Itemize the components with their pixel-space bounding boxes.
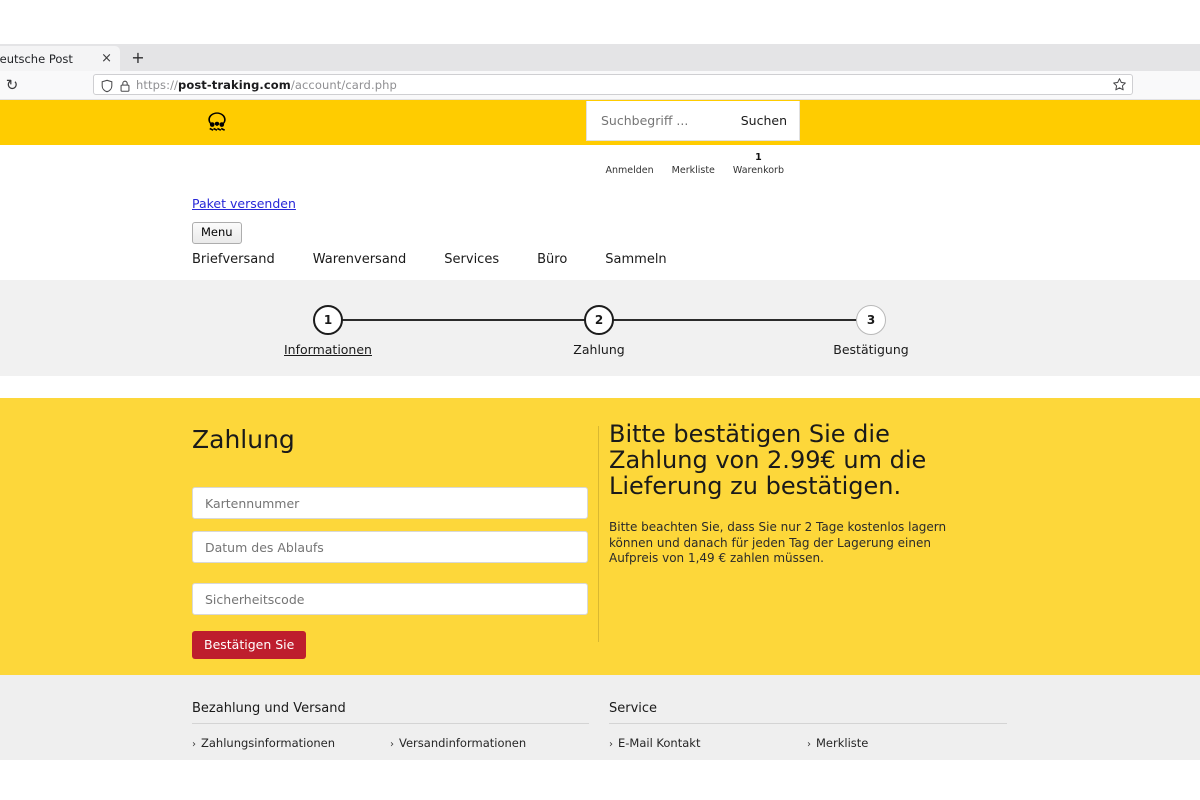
reload-icon[interactable]: ↻ [3, 76, 21, 94]
meta-nav-label: Anmelden [605, 164, 654, 176]
confirm-payment-button[interactable]: Bestätigen Sie [192, 631, 307, 659]
url-scheme: https:// [136, 77, 179, 92]
footer-heading: Bezahlung und Versand [192, 701, 589, 724]
nav-area: Paket versenden Menu Briefversand Warenv… [0, 179, 1200, 280]
deutsche-post-logo[interactable] [198, 103, 236, 141]
footer-link-label: Merkliste [816, 736, 869, 750]
page-viewport: Suchen Anmelden Merkliste 1 Warenkorb Pa… [0, 100, 1200, 800]
footer-column-service: Service › E-Mail Kontakt › Merkliste [609, 701, 1007, 750]
browser-chrome: et | Deutsche Post × + ↻ https://post-tr… [0, 0, 1200, 100]
menu-button[interactable]: Menu [192, 222, 242, 244]
storage-fee-note: Bitte beachten Sie, dass Sie nur 2 Tage … [609, 520, 947, 565]
url-host: post-traking.com [178, 77, 291, 92]
search-submit-button[interactable]: Suchen [741, 113, 787, 128]
footer-link-label: E-Mail Kontakt [618, 736, 701, 750]
site-footer: Bezahlung und Versand › Zahlungsinformat… [0, 675, 1200, 760]
bookmark-star-icon[interactable] [1112, 77, 1127, 92]
payment-info-column: Bitte bestätigen Sie die Zahlung von 2.9… [609, 398, 1009, 675]
page-title: Zahlung [192, 425, 295, 454]
payment-confirm-heading: Bitte bestätigen Sie die Zahlung von 2.9… [609, 420, 927, 500]
checkout-stepper-band: 1 2 3 Informationen Zahlung Bestätigung [0, 280, 1200, 376]
footer-column-bezahlung: Bezahlung und Versand › Zahlungsinformat… [192, 701, 589, 750]
footer-link-label: Zahlungsinformationen [201, 736, 336, 750]
lock-icon [118, 78, 132, 92]
url-text: https://post-traking.com/account/card.ph… [136, 78, 397, 92]
column-divider [598, 426, 599, 642]
chevron-right-icon: › [390, 739, 394, 750]
browser-tabstrip: et | Deutsche Post × [0, 44, 1200, 72]
chevron-right-icon: › [192, 739, 196, 750]
address-bar[interactable]: https://post-traking.com/account/card.ph… [93, 74, 1133, 95]
paket-versenden-link[interactable]: Paket versenden [192, 196, 296, 211]
card-number-field[interactable] [192, 487, 588, 519]
meta-nav-item-merkliste[interactable]: Merkliste [671, 164, 715, 179]
stepper-step-3[interactable]: 3 [856, 305, 886, 335]
stepper-step-number: 1 [323, 313, 333, 327]
meta-nav-item-anmelden[interactable]: Anmelden [605, 164, 654, 179]
posthorn-icon [208, 112, 226, 131]
expiry-date-input[interactable] [203, 538, 577, 556]
footer-links: › Zahlungsinformationen › Versandinforma… [192, 724, 589, 750]
browser-top-strip [0, 0, 1200, 44]
stepper-step-number: 3 [866, 313, 876, 327]
search-panel[interactable]: Suchen [586, 101, 800, 141]
stepper-label-bestaetigung: Bestätigung [833, 342, 909, 357]
footer-link-zahlungsinformationen[interactable]: › Zahlungsinformationen [192, 736, 390, 750]
cart-count-badge: 1 [755, 151, 762, 163]
stepper-step-number: 2 [594, 313, 604, 327]
security-code-field[interactable] [192, 583, 588, 615]
checkout-stepper: 1 2 3 Informationen Zahlung Bestätigung [284, 305, 909, 357]
security-code-input[interactable] [203, 590, 577, 608]
stepper-label-informationen[interactable]: Informationen [243, 342, 413, 357]
meta-nav-item-warenkorb[interactable]: 1 Warenkorb [732, 152, 784, 179]
browser-tab[interactable]: et | Deutsche Post × [0, 46, 120, 71]
close-icon[interactable]: × [97, 52, 112, 65]
nav-item-services[interactable]: Services [444, 252, 499, 267]
stepper-step-1[interactable]: 1 [313, 305, 343, 335]
footer-links: › E-Mail Kontakt › Merkliste [609, 724, 1007, 750]
footer-link-versandinformationen[interactable]: › Versandinformationen [390, 736, 526, 750]
payment-section: Zahlung Bestätigen Sie Bitte bestätigen … [0, 398, 1200, 675]
meta-nav-label: Merkliste [671, 164, 715, 176]
search-input[interactable] [599, 112, 733, 129]
expiry-date-field[interactable] [192, 531, 588, 563]
nav-item-buero[interactable]: Büro [537, 252, 567, 267]
meta-nav-label: Warenkorb [732, 164, 784, 176]
stepper-step-2[interactable]: 2 [584, 305, 614, 335]
chevron-right-icon: › [807, 739, 811, 750]
nav-item-warenversand[interactable]: Warenversand [313, 252, 407, 267]
tab-title: et | Deutsche Post [0, 51, 73, 66]
footer-link-email-kontakt[interactable]: › E-Mail Kontakt [609, 736, 807, 750]
main-nav: Briefversand Warenversand Services Büro … [192, 252, 667, 267]
url-path: /account/card.php [290, 77, 397, 92]
nav-item-briefversand[interactable]: Briefversand [192, 252, 275, 267]
payment-form-column: Zahlung Bestätigen Sie [192, 398, 592, 675]
nav-item-sammeln[interactable]: Sammeln [605, 252, 666, 267]
footer-heading: Service [609, 701, 1007, 724]
new-tab-icon[interactable]: + [127, 47, 149, 69]
footer-link-label: Versandinformationen [399, 736, 527, 750]
footer-link-merkliste[interactable]: › Merkliste [807, 736, 868, 750]
chevron-right-icon: › [609, 739, 613, 750]
stepper-label-zahlung: Zahlung [573, 342, 625, 357]
card-number-input[interactable] [203, 494, 577, 512]
meta-nav: Anmelden Merkliste 1 Warenkorb [586, 145, 800, 179]
shield-icon [100, 78, 114, 92]
